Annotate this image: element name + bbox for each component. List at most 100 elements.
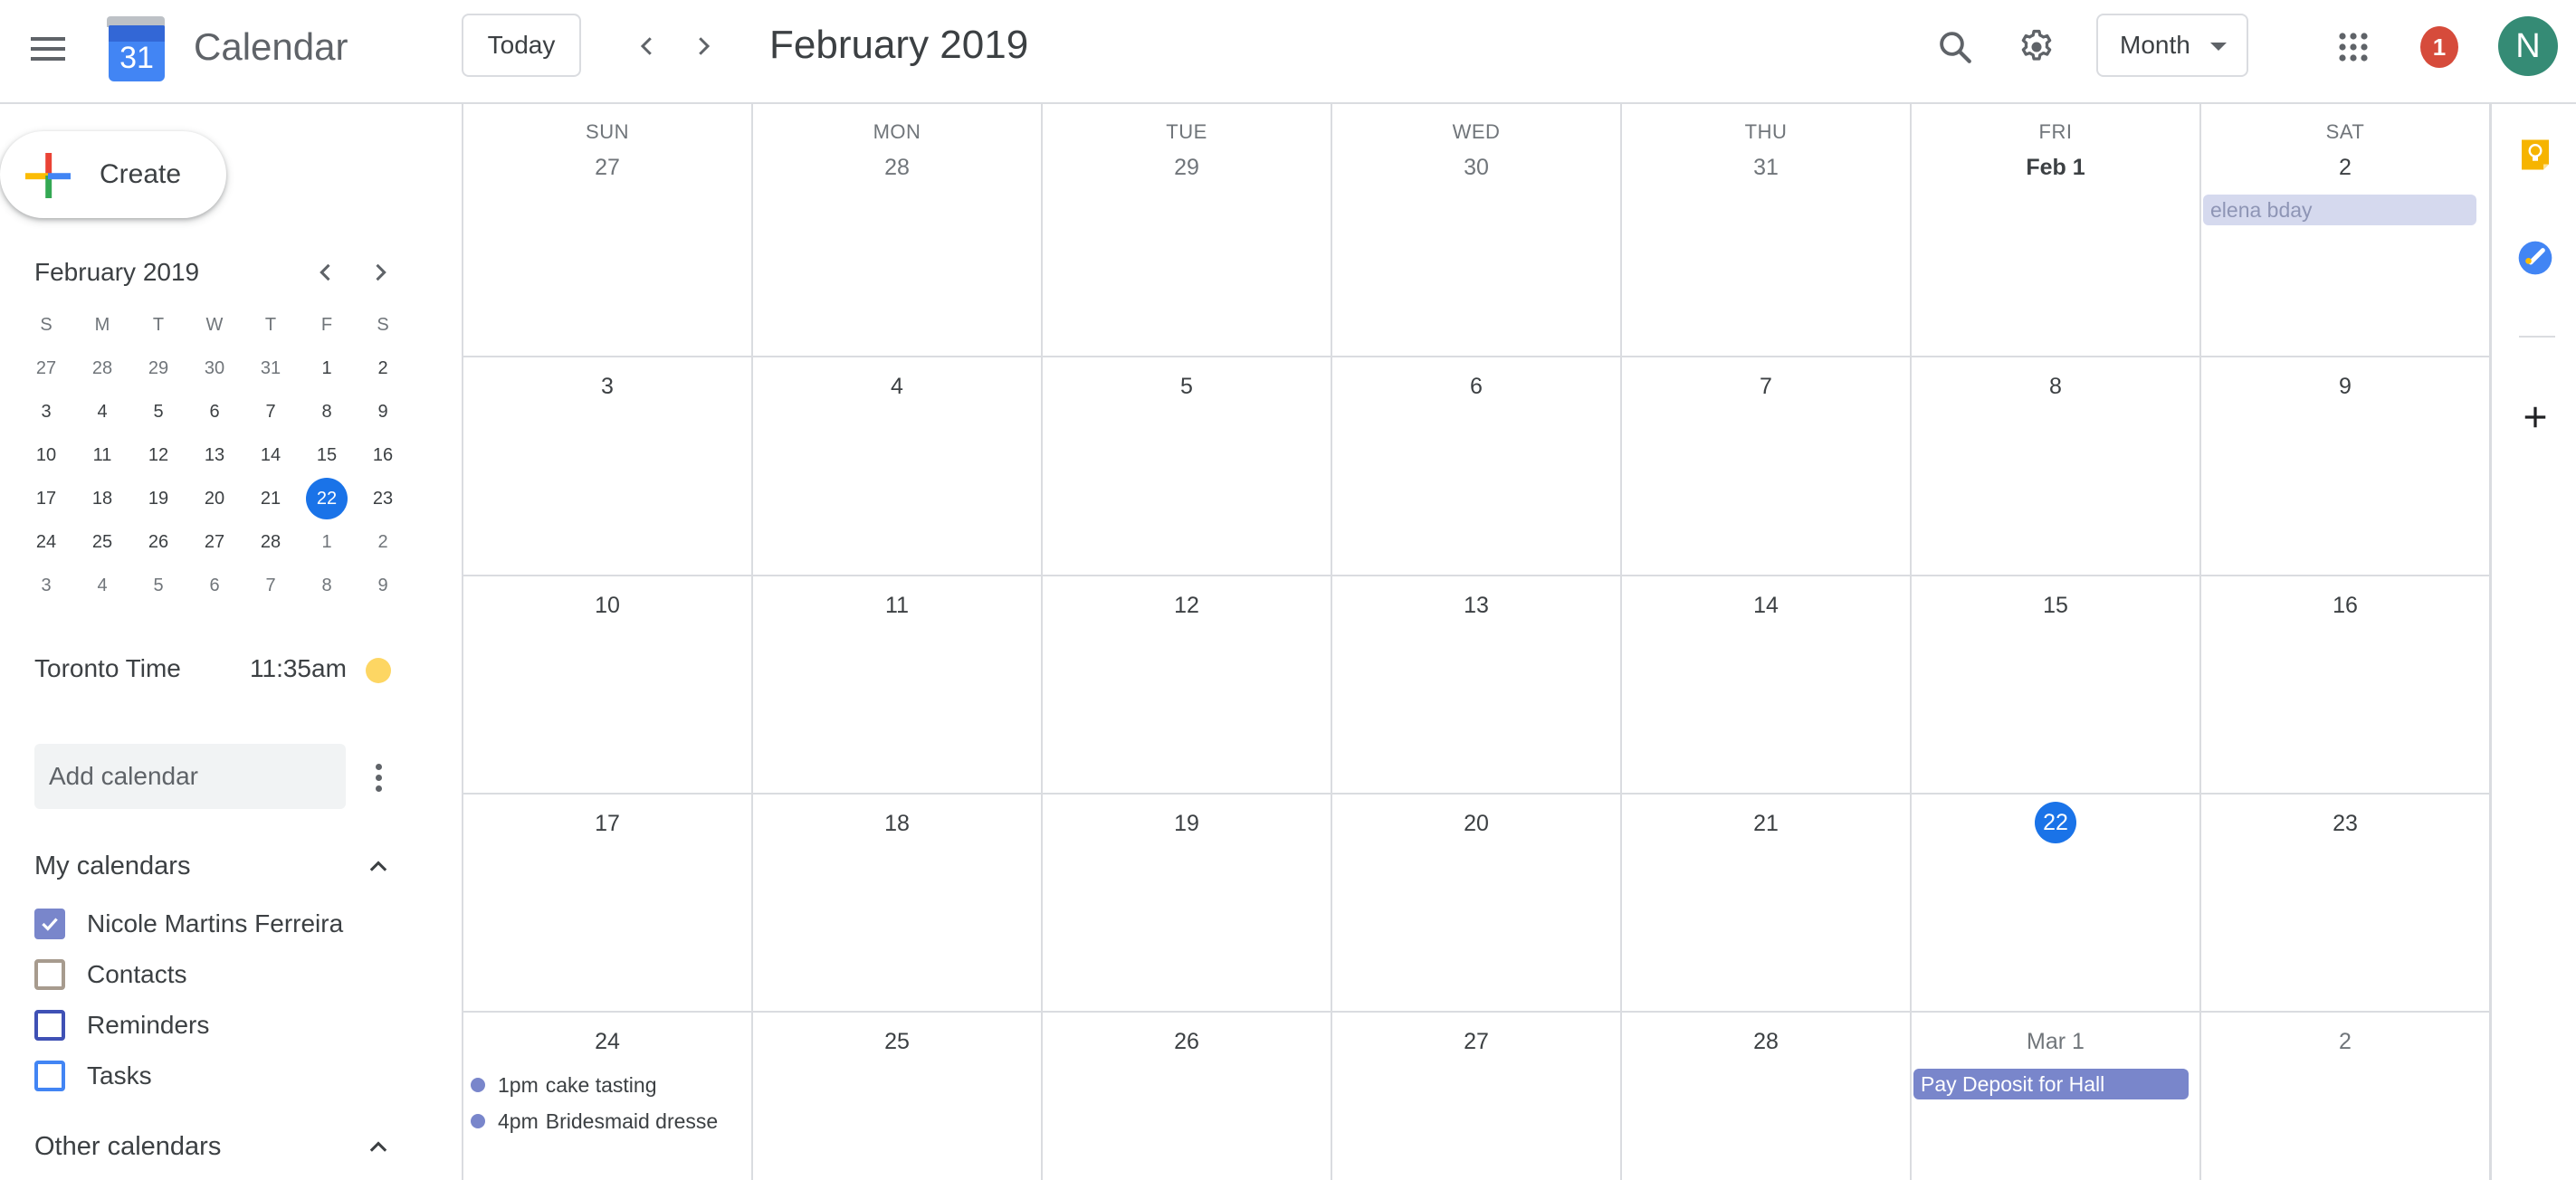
day-number[interactable]: 28 [1622,1029,1910,1055]
day-number[interactable]: 26 [1043,1029,1331,1055]
mini-day[interactable]: 2 [355,520,411,564]
account-avatar[interactable]: N [2498,16,2558,76]
mini-day[interactable]: 20 [186,477,243,520]
mini-day[interactable]: 17 [18,477,74,520]
day-number[interactable]: 28 [753,155,1041,181]
calendar-item-contacts[interactable]: Contacts [34,956,187,993]
mini-day[interactable]: 8 [299,390,355,433]
mini-day[interactable]: 10 [18,433,74,477]
day-number[interactable]: 3 [463,374,751,400]
day-cell[interactable]: 22 [1912,795,2201,1013]
settings-button[interactable] [2008,18,2066,76]
google-apps-button[interactable] [2324,18,2382,76]
day-number[interactable]: 15 [1912,593,2199,619]
other-calendars-header[interactable]: Other calendars [34,1128,221,1165]
day-number[interactable]: Mar 1 [1912,1029,2199,1055]
day-cell[interactable]: 15 [1912,576,2201,795]
day-number[interactable]: 30 [1332,155,1620,181]
mini-day[interactable]: 9 [355,390,411,433]
mini-day[interactable]: 21 [243,477,299,520]
day-number[interactable]: 27 [463,155,751,181]
notification-badge[interactable]: 1 [2420,26,2458,68]
add-calendar-input[interactable]: Add calendar [34,744,346,809]
mini-day[interactable]: 2 [355,347,411,390]
mini-day[interactable]: 5 [130,390,186,433]
day-number[interactable]: 7 [1622,374,1910,400]
mini-day[interactable]: 25 [74,520,130,564]
day-number[interactable]: 23 [2201,811,2489,837]
day-number[interactable]: 19 [1043,811,1331,837]
mini-day[interactable]: 7 [243,564,299,607]
calendar-item-tasks[interactable]: Tasks [34,1058,152,1094]
day-cell[interactable]: WED 30 [1332,104,1622,357]
day-cell[interactable]: SUN 27 [463,104,753,357]
day-number[interactable]: Feb 1 [1912,155,2199,181]
add-calendar-more-button[interactable] [360,756,396,799]
search-button[interactable] [1926,18,1984,76]
mini-day[interactable]: 8 [299,564,355,607]
mini-day[interactable]: 16 [355,433,411,477]
day-cell[interactable]: 9 [2201,357,2491,576]
day-cell[interactable]: 10 [463,576,753,795]
day-number[interactable]: 31 [1622,155,1910,181]
day-number-today[interactable]: 22 [1912,802,2199,843]
previous-period-button[interactable] [625,24,670,69]
day-cell[interactable]: 17 [463,795,753,1013]
timed-event[interactable]: 4pm Bridesmaid dresse [471,1105,718,1137]
day-cell[interactable]: 23 [2201,795,2491,1013]
mini-day[interactable]: 3 [18,564,74,607]
mini-day[interactable]: 3 [18,390,74,433]
timed-event[interactable]: 1pm cake tasting [471,1069,657,1101]
main-menu-button[interactable] [31,31,67,67]
day-cell[interactable]: FRI Feb 1 [1912,104,2201,357]
day-cell[interactable]: 16 [2201,576,2491,795]
day-cell[interactable]: 7 [1622,357,1912,576]
day-number[interactable]: 2 [2201,155,2489,181]
day-cell[interactable]: 4 [753,357,1043,576]
day-cell[interactable]: 11 [753,576,1043,795]
mini-day[interactable]: 11 [74,433,130,477]
mini-day[interactable]: 28 [243,520,299,564]
day-number[interactable]: 12 [1043,593,1331,619]
my-calendars-header[interactable]: My calendars [34,848,190,884]
mini-day[interactable]: 27 [186,520,243,564]
mini-day[interactable]: 1 [299,520,355,564]
day-cell[interactable]: 12 [1043,576,1332,795]
event-chip[interactable]: Pay Deposit for Hall [1913,1069,2189,1099]
tasks-button[interactable] [2514,236,2557,280]
mini-day[interactable]: 28 [74,347,130,390]
get-addons-button[interactable] [2514,395,2557,439]
day-cell[interactable]: 20 [1332,795,1622,1013]
calendar-checkbox[interactable] [34,1061,65,1091]
day-number[interactable]: 16 [2201,593,2489,619]
mini-day[interactable]: 9 [355,564,411,607]
mini-day[interactable]: 6 [186,390,243,433]
mini-day[interactable]: 30 [186,347,243,390]
day-number[interactable]: 21 [1622,811,1910,837]
day-number[interactable]: 29 [1043,155,1331,181]
mini-day[interactable]: 31 [243,347,299,390]
mini-day[interactable]: 12 [130,433,186,477]
day-cell[interactable]: THU 31 [1622,104,1912,357]
mini-day[interactable]: 4 [74,564,130,607]
day-number[interactable]: 13 [1332,593,1620,619]
mini-day[interactable]: 29 [130,347,186,390]
mini-day[interactable]: 6 [186,564,243,607]
day-cell[interactable]: 8 [1912,357,2201,576]
day-cell[interactable]: 6 [1332,357,1622,576]
day-number[interactable]: 27 [1332,1029,1620,1055]
day-cell[interactable]: 27 [1332,1013,1622,1180]
mini-day[interactable]: 23 [355,477,411,520]
mini-day[interactable]: 1 [299,347,355,390]
day-number[interactable]: 11 [753,593,1041,619]
mini-day[interactable]: 7 [243,390,299,433]
view-selector-dropdown[interactable]: Month [2096,14,2248,77]
calendar-item-nicole-martins-ferreira[interactable]: Nicole Martins Ferreira [34,906,343,942]
day-cell[interactable]: 18 [753,795,1043,1013]
calendar-item-reminders[interactable]: Reminders [34,1007,209,1043]
calendar-logo-icon[interactable]: 31 [107,16,165,81]
mini-day[interactable]: 27 [18,347,74,390]
create-button[interactable]: Create [0,131,226,218]
day-cell[interactable]: 14 [1622,576,1912,795]
my-calendars-collapse-button[interactable] [360,848,396,884]
